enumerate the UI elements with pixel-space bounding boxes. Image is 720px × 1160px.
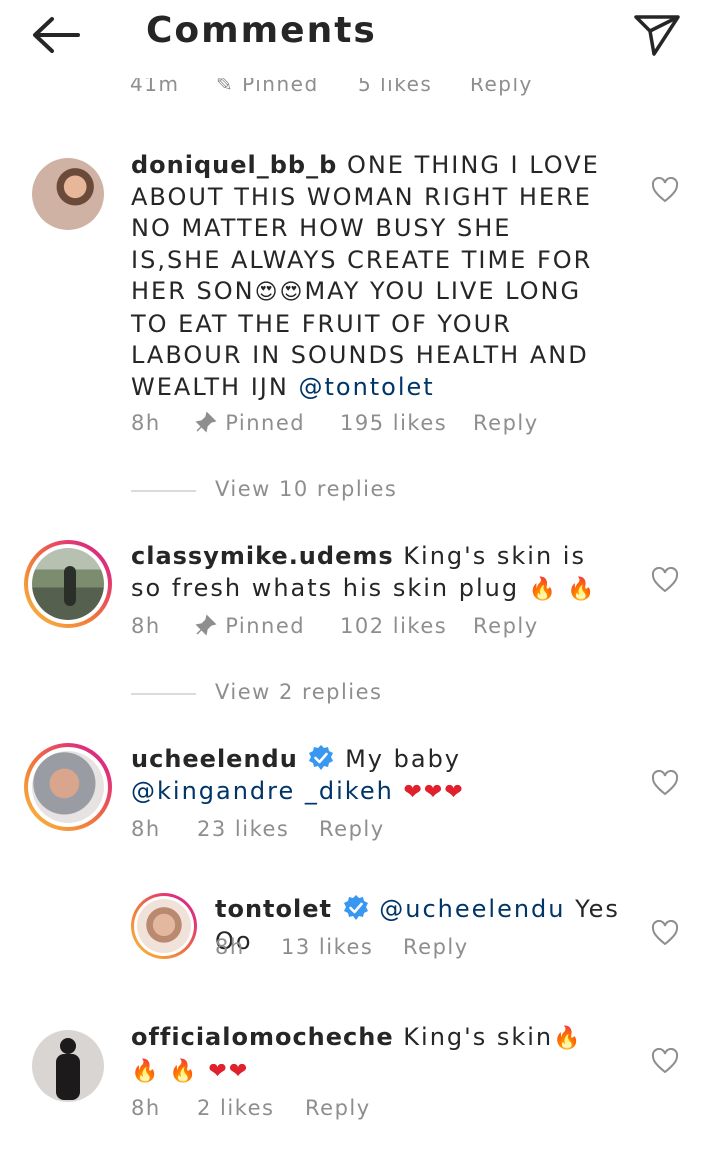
back-arrow-icon[interactable]	[30, 14, 82, 56]
comment-time: 8h	[131, 817, 161, 841]
likes-count[interactable]: 2 likes	[197, 1096, 274, 1120]
pinned-indicator: Pinned	[195, 614, 305, 638]
comment-text: classymike.udems King's skin is so fresh…	[131, 541, 601, 605]
heart-icon[interactable]	[651, 770, 679, 796]
divider	[131, 693, 196, 695]
comment-time: 8h	[131, 411, 161, 435]
header-bar: Comments	[0, 0, 720, 72]
comment-meta: 8h 2 likes Reply	[131, 1096, 431, 1126]
avatar[interactable]	[24, 743, 112, 831]
comment-username[interactable]: tontolet	[215, 895, 332, 923]
comment-username[interactable]: classymike.udems	[131, 542, 394, 570]
comment-body: King's skin	[403, 1023, 554, 1051]
reply-button[interactable]: Reply	[305, 1096, 371, 1120]
reply-button[interactable]: Reply	[473, 614, 539, 638]
comment-time: 8h	[131, 1096, 161, 1120]
comment-username[interactable]: doniquel_bb_b	[131, 151, 337, 179]
likes-count[interactable]: 23 likes	[197, 817, 289, 841]
pinned-label-text: Pinned	[242, 78, 319, 96]
emoji: ❤❤❤	[403, 779, 465, 805]
comment-text: officialomocheche King's skin🔥 🔥 🔥 ❤❤	[131, 1022, 601, 1087]
comment-username[interactable]: officialomocheche	[131, 1023, 394, 1051]
verified-badge-icon	[343, 895, 368, 920]
pinned-label: Pinned	[225, 614, 306, 638]
view-replies-button[interactable]: View 2 replies	[131, 680, 431, 708]
comment-text: doniquel_bb_b ONE THING I LOVE ABOUT THI…	[131, 150, 601, 403]
emoji: 😍😍	[254, 280, 305, 305]
mention-link[interactable]: @tontolet	[298, 373, 434, 401]
heart-icon[interactable]	[651, 1048, 679, 1074]
avatar[interactable]	[131, 893, 197, 959]
pin-icon	[195, 614, 217, 636]
comment-time: 8h	[215, 935, 245, 959]
reply-button[interactable]: Reply	[473, 411, 539, 435]
pinned-indicator: Pinned	[195, 411, 305, 435]
emoji: ❤❤	[208, 1058, 250, 1084]
send-direct-icon[interactable]	[632, 12, 682, 58]
likes-count[interactable]: 102 likes	[340, 614, 447, 638]
view-replies-label: View 10 replies	[215, 477, 398, 501]
comment-meta: 8h Pinned 195 likes Reply	[131, 411, 571, 441]
pinned-label: ✎ Pinned	[216, 78, 319, 96]
pin-icon	[195, 411, 217, 433]
emoji: 🔥 🔥	[528, 576, 597, 602]
comment-username[interactable]: ucheelendu	[131, 745, 298, 773]
comment-meta: 8h 13 likes Reply	[215, 935, 515, 965]
likes-count[interactable]: 195 likes	[340, 411, 447, 435]
avatar[interactable]	[32, 158, 104, 230]
mention-link[interactable]: @ucheelendu	[379, 895, 565, 923]
avatar[interactable]	[32, 1030, 104, 1102]
reply-button[interactable]: Reply	[403, 935, 469, 959]
likes-count[interactable]: 13 likes	[281, 935, 373, 959]
comment-time: 8h	[131, 614, 161, 638]
comment-body: My baby	[345, 745, 462, 773]
heart-icon[interactable]	[651, 567, 679, 593]
verified-badge-icon	[309, 745, 334, 770]
page-title: Comments	[146, 10, 377, 51]
comment-text: ucheelendu My baby @kingandre _dikeh ❤❤❤	[131, 744, 601, 808]
heart-icon[interactable]	[651, 920, 679, 946]
view-replies-label: View 2 replies	[215, 680, 383, 704]
heart-icon[interactable]	[651, 177, 679, 203]
avatar[interactable]	[24, 540, 112, 628]
comment-meta: 8h Pinned 102 likes Reply	[131, 614, 571, 644]
comment-meta: 8h 23 likes Reply	[131, 817, 431, 847]
previous-comment-meta: 41m ✎ Pinned 5 likes Reply	[130, 78, 550, 100]
mention-link[interactable]: @kingandre _dikeh	[131, 777, 394, 805]
reply-button[interactable]: Reply	[319, 817, 385, 841]
likes-count[interactable]: 5 likes	[358, 78, 432, 96]
comment-time: 41m	[130, 78, 180, 96]
pinned-label: Pinned	[225, 411, 306, 435]
view-replies-button[interactable]: View 10 replies	[131, 477, 431, 505]
divider	[131, 490, 196, 492]
reply-button[interactable]: Reply	[470, 78, 533, 96]
